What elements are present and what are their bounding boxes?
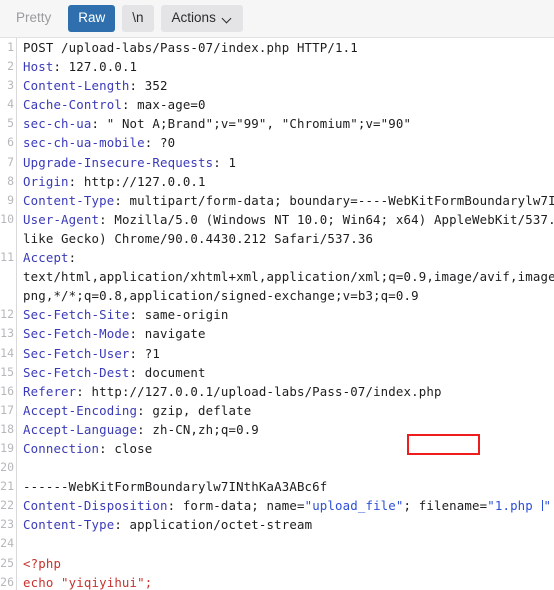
code-line[interactable]: [18, 534, 554, 553]
line-number: 8: [7, 173, 14, 188]
actions-label: Actions: [171, 10, 216, 26]
code-line[interactable]: Sec-Fetch-Dest: document: [18, 363, 554, 382]
code-line[interactable]: Accept-Encoding: gzip, deflate: [18, 401, 554, 420]
line-number: [0, 286, 16, 305]
line-number: [0, 267, 16, 286]
tab-pretty[interactable]: Pretty: [6, 5, 61, 32]
line-number: 22: [0, 498, 14, 513]
code-line[interactable]: Accept:: [18, 248, 554, 267]
line-number: 26: [0, 574, 14, 589]
code-line[interactable]: text/html,application/xhtml+xml,applicat…: [18, 267, 554, 286]
actions-menu-button[interactable]: Actions: [160, 5, 243, 32]
line-number: [0, 229, 16, 248]
text-cursor: [541, 500, 543, 512]
line-number: 18: [0, 421, 14, 436]
code-line[interactable]: Sec-Fetch-User: ?1: [18, 344, 554, 363]
code-line[interactable]: Sec-Fetch-Site: same-origin: [18, 305, 554, 324]
line-number: 14: [0, 345, 14, 360]
request-text-area[interactable]: POST /upload-labs/Pass-07/index.php HTTP…: [18, 38, 554, 590]
code-line[interactable]: Origin: http://127.0.0.1: [18, 172, 554, 191]
line-number: 13: [0, 326, 14, 341]
code-line[interactable]: sec-ch-ua-mobile: ?0: [18, 133, 554, 152]
line-number: 10: [0, 211, 14, 226]
line-number: 4: [7, 97, 14, 112]
code-line[interactable]: Sec-Fetch-Mode: navigate: [18, 324, 554, 343]
line-number: 20: [0, 460, 14, 475]
line-number: 6: [7, 135, 14, 150]
code-line[interactable]: Upgrade-Insecure-Requests: 1: [18, 153, 554, 172]
code-line[interactable]: User-Agent: Mozilla/5.0 (Windows NT 10.0…: [18, 210, 554, 229]
line-number: 3: [7, 78, 14, 93]
code-line[interactable]: [18, 458, 554, 477]
line-number: 24: [0, 536, 14, 551]
line-number: 21: [0, 479, 14, 494]
code-line[interactable]: Host: 127.0.0.1: [18, 57, 554, 76]
code-line[interactable]: png,*/*;q=0.8,application/signed-exchang…: [18, 286, 554, 305]
code-line[interactable]: echo "yiqiyihui";: [18, 573, 554, 590]
code-line[interactable]: <?php: [18, 554, 554, 573]
line-number: 1: [7, 40, 14, 54]
code-line[interactable]: Accept-Language: zh-CN,zh;q=0.9: [18, 420, 554, 439]
line-number: 17: [0, 402, 14, 417]
code-line[interactable]: Connection: close: [18, 439, 554, 458]
line-number: 16: [0, 383, 14, 398]
code-line[interactable]: Content-Disposition: form-data; name="up…: [18, 496, 554, 515]
line-number: 9: [7, 192, 14, 207]
line-number: 19: [0, 440, 14, 455]
line-number: 15: [0, 364, 14, 379]
line-number: 2: [7, 59, 14, 74]
line-number: 11: [0, 250, 14, 265]
code-line[interactable]: POST /upload-labs/Pass-07/index.php HTTP…: [18, 38, 554, 57]
code-line[interactable]: sec-ch-ua: " Not A;Brand";v="99", "Chrom…: [18, 114, 554, 133]
request-view-toolbar: Pretty Raw \n Actions: [0, 0, 554, 38]
raw-request-editor[interactable]: 1 2 3 4 5 6 7 8 9 10 11 12 13 14 15 16 17 18 19 20 21 22 23 24 2…: [0, 38, 554, 590]
line-number-gutter: 1 2 3 4 5 6 7 8 9 10 11 12 13 14 15 16 17 18 19 20 21 22 23 24 2…: [0, 38, 17, 590]
line-number: 23: [0, 517, 14, 532]
code-line[interactable]: Content-Type: application/octet-stream: [18, 515, 554, 534]
line-number: 12: [0, 307, 14, 322]
line-number: 25: [0, 555, 14, 570]
code-line[interactable]: Referer: http://127.0.0.1/upload-labs/Pa…: [18, 382, 554, 401]
code-line[interactable]: ------WebKitFormBoundarylw7INthKaA3ABc6f: [18, 477, 554, 496]
tab-raw[interactable]: Raw: [68, 5, 116, 32]
line-number: 5: [7, 116, 14, 131]
code-line[interactable]: Cache-Control: max-age=0: [18, 95, 554, 114]
line-number: 7: [7, 154, 14, 169]
code-line[interactable]: Content-Length: 352: [18, 76, 554, 95]
code-line[interactable]: like Gecko) Chrome/90.0.4430.212 Safari/…: [18, 229, 554, 248]
code-line[interactable]: Content-Type: multipart/form-data; bound…: [18, 191, 554, 210]
chevron-down-icon: [223, 14, 232, 23]
tab-newline[interactable]: \n: [122, 5, 154, 32]
